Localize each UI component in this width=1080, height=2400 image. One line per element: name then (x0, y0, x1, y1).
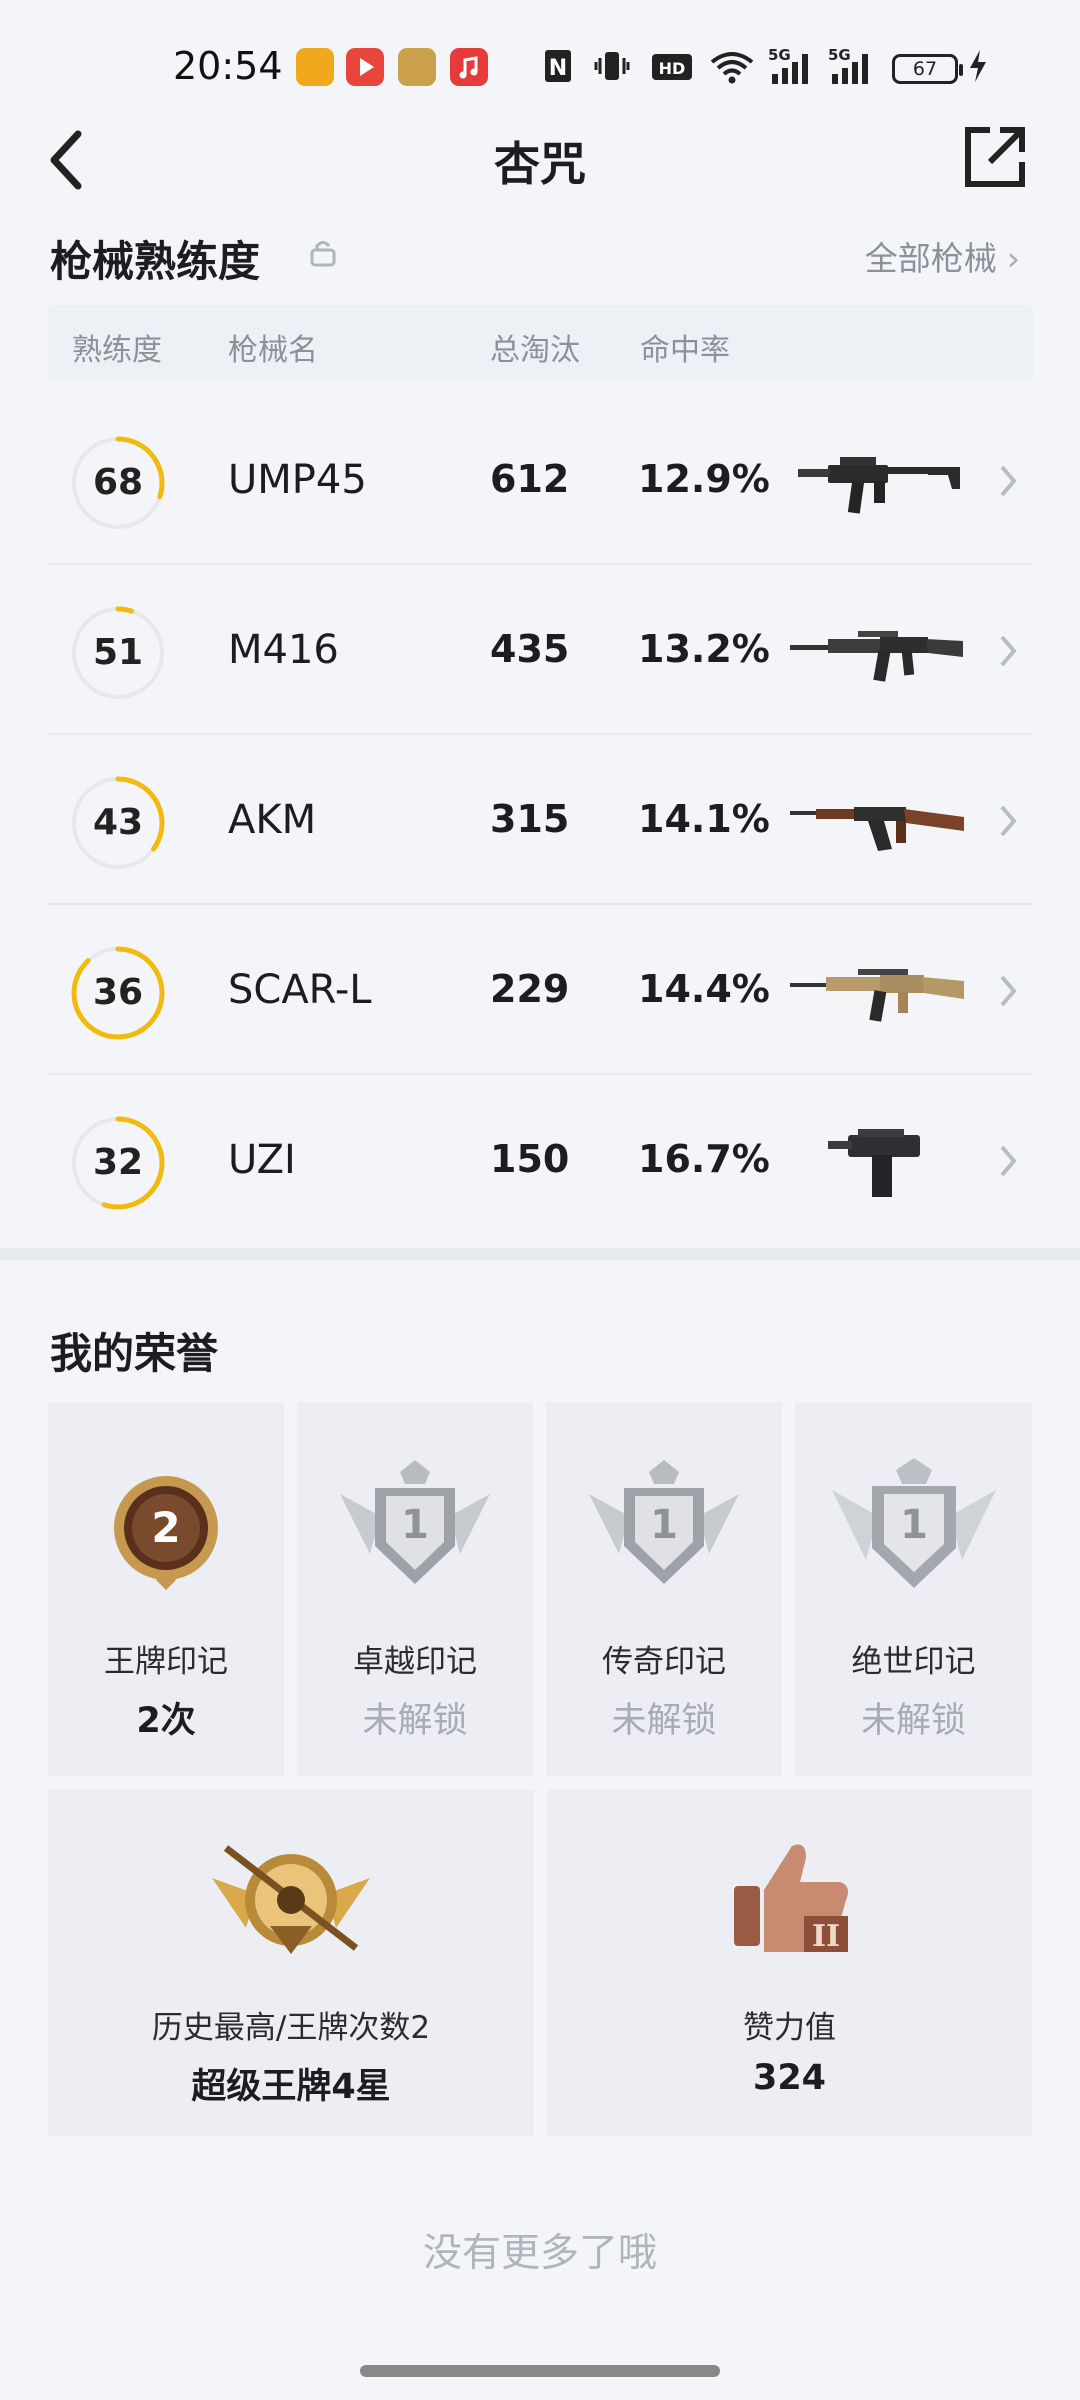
svg-text:N: N (549, 56, 567, 81)
proficiency-value: 32 (92, 1142, 144, 1183)
badge-number: 1 (401, 1502, 429, 1548)
charging-icon (970, 50, 986, 82)
chevron-right-icon (1000, 635, 1017, 667)
signal-5g-icon: 5G (768, 46, 808, 84)
chevron-right-icon (1000, 805, 1017, 837)
honor-value: 未解锁 (362, 1701, 468, 1741)
hd-icon: HD (652, 54, 692, 80)
tier-emblem-icon (212, 1845, 370, 1954)
end-of-list-text: 没有更多了哦 (422, 2231, 657, 2276)
badge-number: II (811, 1919, 839, 1954)
chevron-right-icon: › (1006, 239, 1020, 278)
weapon-table-header: 熟练度 枪械名 总淘汰 命中率 (48, 305, 1033, 379)
weapon-kills: 612 (490, 457, 570, 501)
top-nav: 杏咒 (0, 110, 1080, 205)
status-time: 20:54 (173, 44, 283, 88)
honor-card-excellence[interactable]: 1 卓越印记 未解锁 (297, 1402, 533, 1776)
vibrate-icon (594, 52, 630, 80)
uzi-icon (828, 1129, 920, 1197)
weapon-name: SCAR-L (228, 967, 372, 1013)
likes-label: 赞力值 (743, 2010, 836, 2046)
page-title: 杏咒 (494, 137, 586, 191)
honor-label: 传奇印记 (602, 1644, 726, 1680)
proficiency-value: 36 (92, 972, 144, 1013)
weapon-section-title: 枪械熟练度 (50, 237, 261, 286)
share-button[interactable] (960, 122, 1030, 192)
smg-icon (798, 457, 960, 514)
all-weapons-label: 全部枪械 (864, 239, 997, 278)
badge-number: 1 (650, 1502, 678, 1548)
weapon-kills: 229 (490, 967, 570, 1011)
rifle-icon (790, 631, 963, 682)
weapon-name: M416 (228, 627, 339, 673)
proficiency-value: 68 (92, 462, 144, 503)
weapon-hit-rate: 12.9% (638, 457, 770, 501)
header-weapon-name: 枪械名 (228, 333, 318, 368)
weapon-row[interactable]: 43 AKM 315 14.1% (48, 735, 1033, 905)
home-indicator[interactable] (360, 2365, 720, 2377)
honor-card-likes[interactable]: II 赞力值 324 (547, 1790, 1032, 2136)
legend-badge-icon: 1 (589, 1460, 739, 1584)
honor-value: 未解锁 (611, 1701, 717, 1741)
battery-icon: 67 (892, 54, 963, 84)
header-proficiency: 熟练度 (72, 333, 162, 368)
weapon-hit-rate: 14.1% (638, 797, 770, 841)
app-icon-game (398, 48, 436, 86)
header-kills: 总淘汰 (490, 333, 580, 368)
weapon-name: UZI (228, 1137, 296, 1183)
scar-icon (790, 969, 964, 1022)
weapon-kills: 150 (490, 1137, 570, 1181)
weapon-kills: 315 (490, 797, 570, 841)
app-icon-yellow (296, 48, 334, 86)
nfc-icon: N (545, 50, 571, 82)
svg-text:5G: 5G (828, 46, 851, 64)
chevron-right-icon (1000, 1145, 1017, 1177)
honor-value: 2次 (136, 1701, 196, 1741)
weapon-hit-rate: 16.7% (638, 1137, 770, 1181)
honor-card-history[interactable]: 历史最高/王牌次数2 超级王牌4星 (48, 1790, 534, 2136)
history-label: 历史最高/王牌次数2 (151, 2010, 431, 2046)
chevron-right-icon (1000, 975, 1017, 1007)
weapon-row[interactable]: 32 UZI 150 16.7% (48, 1075, 1033, 1245)
honor-card-peerless[interactable]: 1 绝世印记 未解锁 (795, 1402, 1032, 1776)
app-root: 20:54 N HD 5G 5G 67 杏咒 枪械熟练度 全部枪械 › 熟练度 … (0, 0, 1080, 2400)
honor-label: 绝世印记 (851, 1644, 976, 1680)
honor-card-legend[interactable]: 1 传奇印记 未解锁 (546, 1402, 782, 1776)
wifi-icon (710, 52, 754, 84)
header-hit-rate: 命中率 (640, 333, 730, 368)
thumbs-up-icon: II (733, 1844, 848, 1954)
app-icon-music (450, 48, 488, 86)
badge-number: 1 (900, 1502, 928, 1548)
weapon-name: AKM (228, 797, 317, 843)
honor-section-title: 我的荣誉 (50, 1329, 219, 1378)
all-weapons-link[interactable]: 全部枪械 › (865, 232, 1020, 280)
weapon-kills: 435 (490, 627, 570, 671)
svg-text:HD: HD (659, 59, 686, 78)
lock-icon (310, 241, 336, 267)
badge-number: 2 (151, 1503, 180, 1552)
history-value: 超级王牌4星 (191, 2067, 391, 2107)
likes-value: 324 (752, 2058, 827, 2098)
weapon-row[interactable]: 51 M416 435 13.2% (48, 565, 1033, 735)
chevron-right-icon (1000, 465, 1017, 497)
ak-icon (790, 807, 964, 851)
honor-card-ace[interactable]: 2 王牌印记 2次 (48, 1402, 284, 1776)
section-divider (0, 1248, 1080, 1260)
proficiency-value: 43 (92, 802, 144, 843)
honor-label: 王牌印记 (104, 1644, 228, 1680)
weapon-row[interactable]: 68 UMP45 612 12.9% (48, 395, 1033, 565)
ace-badge-icon: 2 (114, 1476, 218, 1590)
weapon-hit-rate: 14.4% (638, 967, 770, 1011)
excellence-badge-icon: 1 (340, 1460, 490, 1584)
peerless-badge-icon: 1 (831, 1458, 996, 1588)
honor-value: 未解锁 (860, 1701, 966, 1741)
weapon-hit-rate: 13.2% (638, 627, 770, 671)
svg-text:5G: 5G (768, 46, 791, 64)
weapon-row[interactable]: 36 SCAR-L 229 14.4% (48, 905, 1033, 1075)
signal-5g-icon: 5G (828, 46, 868, 84)
honor-label: 卓越印记 (353, 1644, 477, 1680)
proficiency-value: 51 (92, 632, 144, 673)
app-icon-play (346, 48, 384, 86)
weapon-name: UMP45 (228, 457, 367, 503)
